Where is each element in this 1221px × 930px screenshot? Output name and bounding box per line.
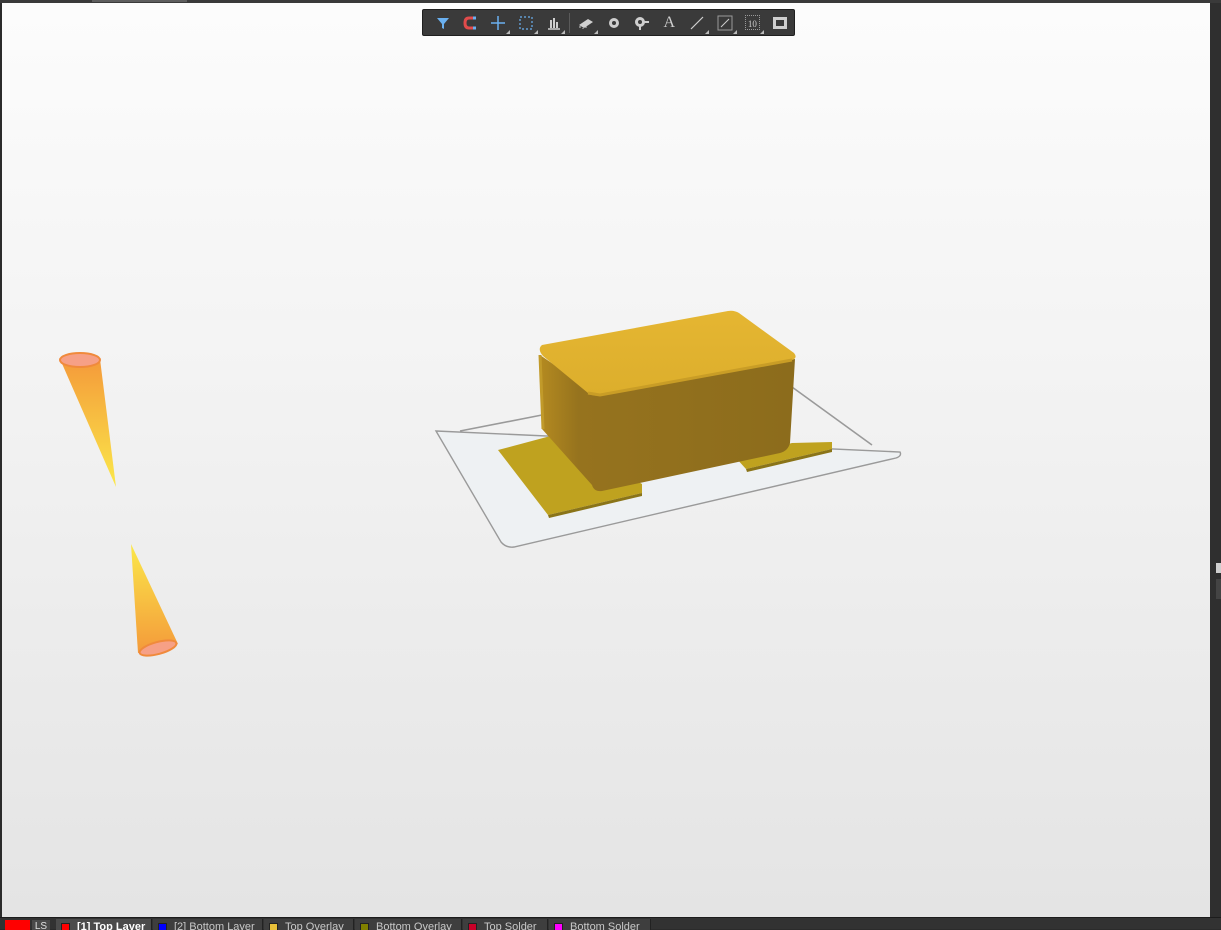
tool-designator[interactable]: 10 [739,11,767,35]
tool-select[interactable] [512,11,540,35]
tool-filter[interactable] [429,11,457,35]
right-panel-edge [1210,3,1221,917]
tool-place-component[interactable] [572,11,600,35]
dropdown-arrow-icon [760,29,765,34]
tool-dimension[interactable] [711,11,739,35]
via-icon [608,17,619,28]
region-icon [773,16,788,29]
document-tab-indicator[interactable] [92,0,187,2]
tool-place-string[interactable]: A [655,11,683,35]
dropdown-arrow-icon [594,29,599,34]
layer-tab-bar: LS [1] Top Layer [2] Bottom Layer Top Ov… [0,917,1221,930]
designator-icon: 10 [744,15,760,30]
magnet-icon [463,16,476,29]
tool-place-line[interactable] [683,11,711,35]
crosshair-icon [491,15,506,30]
gizmo-cone-top-cap [59,352,101,368]
align-icon [547,17,560,30]
layer-tab-bottom-overlay[interactable]: Bottom Overlay [355,919,462,930]
dropdown-arrow-icon [561,29,566,34]
tool-place-origin[interactable] [484,11,512,35]
pcb-3d-scene [59,310,902,659]
layer-tab-top-overlay[interactable]: Top Overlay [264,919,354,930]
tool-place-pad[interactable] [628,11,656,35]
gizmo-cone-bottom [131,544,178,653]
dropdown-arrow-icon [533,29,538,34]
layer-tab-top-solder[interactable]: Top Solder [463,919,548,930]
gizmo-cone-top [60,359,116,487]
line-icon [690,16,704,29]
text-icon: A [663,13,676,31]
dropdown-arrow-icon [506,29,511,34]
toolbar-separator [569,12,571,33]
3d-viewport[interactable]: A 10 [2,3,1210,917]
tool-place-via[interactable] [600,11,628,35]
tool-snap[interactable] [457,11,485,35]
active-bar-toolbar: A 10 [422,9,795,36]
dropdown-arrow-icon [732,29,737,34]
panel-tab-indicator[interactable] [1216,563,1221,573]
selection-rectangle-icon [519,15,533,30]
panel-tab-indicator-2[interactable] [1216,579,1221,599]
component-icon [579,18,594,29]
dropdown-arrow-icon [704,29,709,34]
filter-icon [436,17,449,29]
layer-tab-bottom-layer[interactable]: [2] Bottom Layer [153,919,263,930]
layer-tab-top-layer[interactable]: [1] Top Layer [56,919,152,930]
dimension-icon [717,15,733,30]
rotation-gizmo[interactable] [59,352,178,659]
pad-icon [634,16,649,30]
tool-align[interactable] [540,11,568,35]
tool-region[interactable] [766,11,794,35]
layer-tab-bottom-solder[interactable]: Bottom Solder [549,919,651,930]
designator-glyph: 10 [747,19,757,29]
